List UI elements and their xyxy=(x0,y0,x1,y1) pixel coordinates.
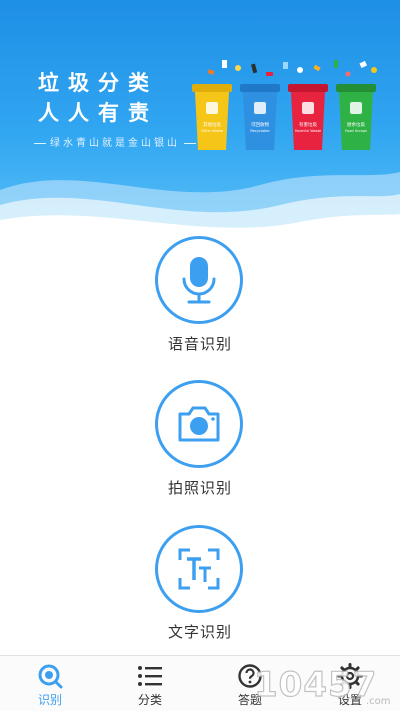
text-recognition-button[interactable] xyxy=(155,525,243,613)
tab-recognize[interactable]: 识别 xyxy=(0,656,100,711)
tab-settings-label: 设置 xyxy=(337,693,362,707)
bin-label-3-cn: 厨余垃圾 xyxy=(347,121,365,128)
camera-icon xyxy=(178,406,220,442)
tab-quiz-label: 答题 xyxy=(237,693,262,707)
slogan: 垃圾分类 人人有责 xyxy=(38,68,158,128)
garbage-particles xyxy=(207,60,377,77)
photo-recognition-button[interactable] xyxy=(155,380,243,468)
tagline: 绿水青山就是金山银山 xyxy=(30,134,200,149)
bin-food xyxy=(336,84,376,150)
bin-other xyxy=(192,84,232,150)
microphone-icon xyxy=(182,257,216,304)
bin-label-1-en: Recyclable xyxy=(250,129,270,133)
bin-label-1-cn: 可回收物 xyxy=(251,121,269,128)
bin-label-0-cn: 其他垃圾 xyxy=(203,121,221,128)
bin-label-0-en: Other Waste xyxy=(201,129,224,133)
text-recognition-label[interactable]: 文字识别 xyxy=(0,621,400,642)
tab-category[interactable]: 分类 xyxy=(100,656,200,711)
search-icon xyxy=(38,664,63,689)
trash-bins-illustration: 其他垃圾 Other Waste 可回收物 Recyclable 有害垃圾 Ha… xyxy=(192,60,377,150)
banner-wave xyxy=(0,172,400,240)
gear-icon xyxy=(337,663,363,689)
voice-recognition-label[interactable]: 语音识别 xyxy=(0,333,400,354)
tab-quiz[interactable]: 答题 xyxy=(200,656,300,711)
bin-label-3-en: Food Scraps xyxy=(345,129,367,133)
tab-recognize-label: 识别 xyxy=(37,693,62,707)
photo-recognition-label[interactable]: 拍照识别 xyxy=(0,477,400,498)
bin-recyclable xyxy=(240,84,280,150)
bin-label-2-cn: 有害垃圾 xyxy=(299,121,317,128)
bin-harmful xyxy=(288,84,328,150)
tab-settings[interactable]: 设置 xyxy=(300,656,400,711)
tab-category-label: 分类 xyxy=(137,693,162,707)
question-icon xyxy=(238,664,262,688)
slogan-line-1: 垃圾分类 xyxy=(38,71,158,95)
list-icon xyxy=(138,666,162,686)
header-banner: 垃圾分类 人人有责 绿水青山就是金山银山 其他垃圾 Other Waste 可回… xyxy=(0,0,400,240)
bottom-tab-bar: 识别 分类 答题 设置 xyxy=(0,655,400,711)
text-scan-icon xyxy=(178,548,220,590)
slogan-line-2: 人人有责 xyxy=(38,101,158,125)
voice-recognition-button[interactable] xyxy=(155,236,243,324)
bin-label-2-en: Harmful Waste xyxy=(295,129,322,133)
